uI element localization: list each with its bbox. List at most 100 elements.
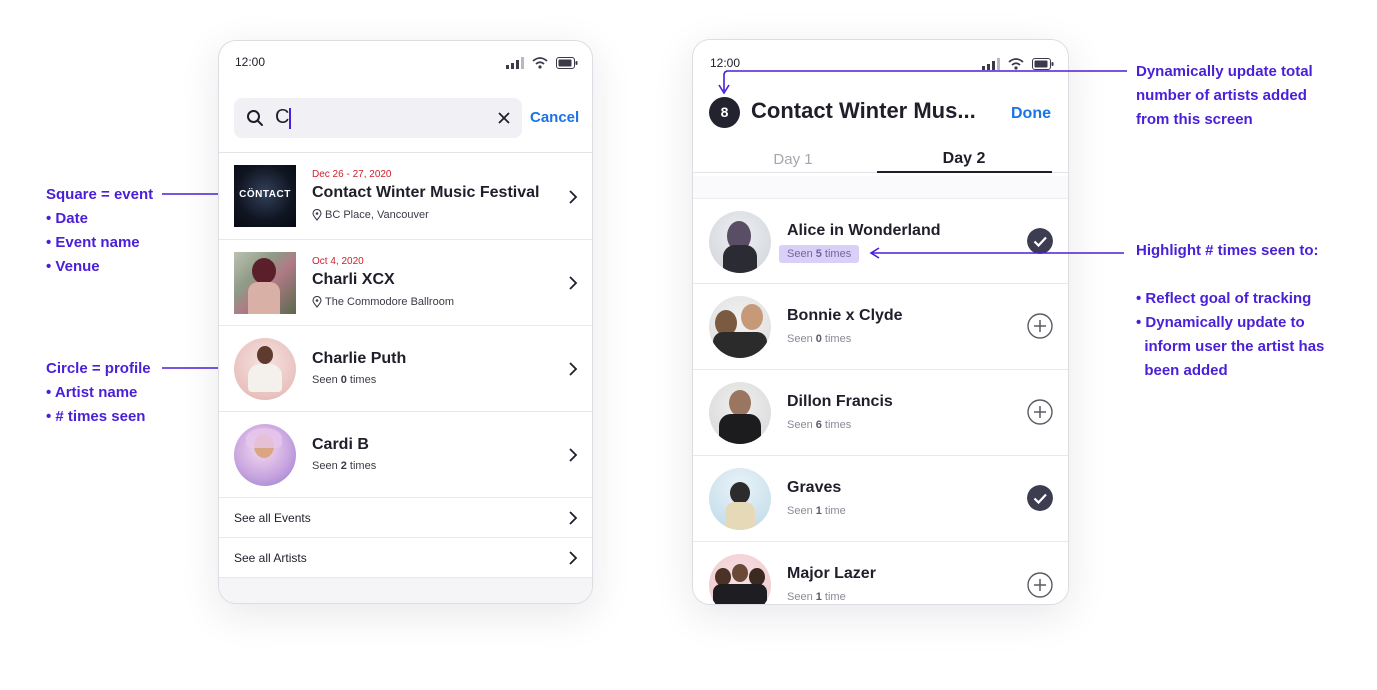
avatar-head	[257, 346, 273, 364]
added-count-badge: 8	[709, 97, 740, 128]
add-icon[interactable]	[1027, 572, 1053, 598]
artist-name: Dillon Francis	[787, 393, 893, 410]
artist-seen-count: Seen 2 times	[312, 460, 377, 472]
annotation-line	[1136, 263, 1324, 287]
annotation-arrow-highlight	[869, 247, 1124, 259]
artist-avatar	[709, 554, 771, 604]
event-screen: 12:00 8 Contact Winter Mus... Done Day 1…	[692, 39, 1069, 605]
artist-seen-count: Seen 1 time	[787, 591, 846, 603]
list-footer	[219, 578, 592, 603]
annotation-line: • Artist name	[46, 384, 138, 401]
annotation-square-event: Square = event • Date • Event name • Ven…	[46, 183, 153, 279]
result-event[interactable]: CÖNTACT Dec 26 - 27, 2020 Contact Winter…	[219, 153, 592, 240]
avatar-hair	[246, 428, 282, 448]
annotation-line: • Venue	[46, 258, 100, 275]
page-title: Contact Winter Mus...	[751, 98, 976, 123]
event-title: Contact Winter Music Festival	[312, 184, 540, 201]
avatar-body	[723, 245, 757, 273]
artist-row[interactable]: Alice in Wonderland Seen 5 times	[693, 198, 1068, 284]
location-icon	[312, 209, 322, 221]
cancel-button[interactable]: Cancel	[530, 109, 579, 126]
annotation-total-update: Dynamically update total number of artis…	[1136, 60, 1313, 132]
avatar-body	[713, 332, 767, 358]
signal-icon	[506, 57, 524, 69]
artist-seen-count: Seen 6 times	[787, 419, 852, 431]
chevron-right-icon	[569, 276, 578, 290]
artist-name: Major Lazer	[787, 565, 876, 582]
chevron-right-icon	[569, 190, 578, 204]
artist-name: Charlie Puth	[312, 350, 407, 367]
annotation-line: from this screen	[1136, 111, 1253, 128]
artist-avatar	[234, 424, 296, 486]
chevron-right-icon	[569, 448, 578, 462]
annotation-circle-profile: Circle = profile • Artist name • # times…	[46, 357, 151, 429]
location-icon	[312, 296, 322, 308]
checkmark-icon[interactable]	[1027, 485, 1053, 511]
artist-row[interactable]: Major Lazer Seen 1 time	[693, 542, 1068, 604]
chevron-right-icon	[569, 511, 578, 525]
avatar-head	[730, 482, 750, 504]
battery-icon	[556, 57, 578, 69]
annotation-line: • Dynamically update to	[1136, 314, 1305, 331]
artist-name: Alice in Wonderland	[787, 222, 941, 239]
artist-row[interactable]: Bonnie x Clyde Seen 0 times	[693, 284, 1068, 370]
annotation-line: • Event name	[46, 234, 140, 251]
event-venue: BC Place, Vancouver	[325, 209, 429, 221]
event-venue: The Commodore Ballroom	[325, 296, 454, 308]
tab-day-2[interactable]: Day 2	[877, 150, 1051, 168]
tab-day-1[interactable]: Day 1	[693, 151, 893, 168]
see-all-events-link[interactable]: See all Events	[219, 498, 592, 538]
add-icon[interactable]	[1027, 399, 1053, 425]
see-all-artists-label: See all Artists	[234, 551, 307, 565]
annotation-line: Circle = profile	[46, 360, 151, 377]
text-cursor	[289, 108, 291, 129]
done-button[interactable]: Done	[1011, 105, 1051, 123]
avatar-body	[713, 584, 767, 604]
avatar-head	[729, 390, 751, 416]
annotation-line: Square = event	[46, 186, 154, 203]
see-all-artists-link[interactable]: See all Artists	[219, 538, 592, 578]
tab-active-indicator	[877, 171, 1052, 173]
result-artist[interactable]: Cardi B Seen 2 times	[219, 412, 592, 498]
event-title: Charli XCX	[312, 271, 395, 288]
annotation-line: number of artists added	[1136, 87, 1307, 104]
chevron-right-icon	[569, 551, 578, 565]
event-thumbnail	[234, 252, 296, 314]
seen-count-highlight: Seen 5 times	[779, 245, 860, 263]
artist-avatar	[709, 382, 771, 444]
see-all-events-label: See all Events	[234, 511, 311, 525]
artist-row[interactable]: Graves Seen 1 time	[693, 456, 1068, 542]
search-query: C	[275, 106, 290, 128]
result-artist[interactable]: Charlie Puth Seen 0 times	[219, 326, 592, 412]
artist-seen-count: Seen 0 times	[787, 333, 852, 345]
avatar-body	[719, 414, 761, 444]
event-date: Dec 26 - 27, 2020	[312, 169, 392, 180]
annotation-arrow-total	[718, 70, 1127, 95]
search-input[interactable]: C	[234, 98, 522, 138]
clear-icon[interactable]	[498, 112, 510, 124]
annotation-line: • Reflect goal of tracking	[1136, 290, 1312, 307]
annotation-line: • # times seen	[46, 408, 146, 425]
artist-seen-count: Seen 1 time	[787, 505, 846, 517]
search-icon	[247, 110, 263, 126]
event-thumbnail-figure-body	[248, 282, 280, 314]
annotation-line: Highlight # times seen to:	[1136, 242, 1319, 259]
wifi-icon	[532, 57, 548, 69]
artist-avatar	[709, 211, 771, 273]
event-thumbnail-figure	[252, 258, 276, 284]
annotation-highlight-seen: Highlight # times seen to: • Reflect goa…	[1136, 239, 1324, 383]
avatar-body	[725, 502, 755, 530]
search-screen: 12:00 C Cancel CÖNTACT Dec 26 - 27, 2020…	[218, 40, 593, 604]
chevron-right-icon	[569, 362, 578, 376]
artist-row[interactable]: Dillon Francis Seen 6 times	[693, 370, 1068, 456]
status-time: 12:00	[235, 55, 266, 69]
status-icons	[506, 57, 578, 69]
result-event[interactable]: Oct 4, 2020 Charli XCX The Commodore Bal…	[219, 240, 592, 326]
artist-name: Graves	[787, 479, 842, 496]
artist-avatar	[234, 338, 296, 400]
artist-avatar	[709, 468, 771, 530]
avatar-head-2	[741, 304, 763, 330]
annotation-line: inform user the artist has	[1136, 338, 1325, 355]
artist-avatar	[709, 296, 771, 358]
add-icon[interactable]	[1027, 313, 1053, 339]
